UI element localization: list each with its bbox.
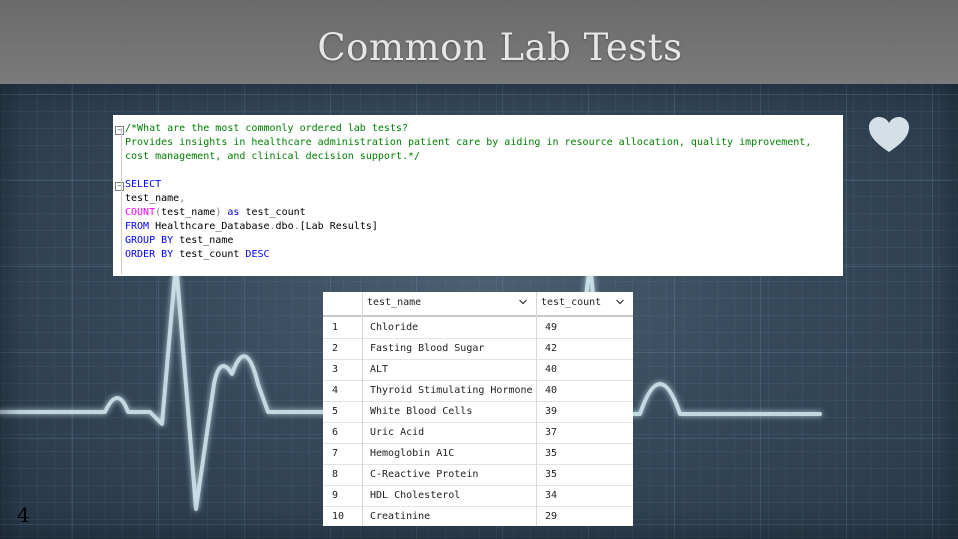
code-token: /*What are the most commonly ordered lab…: [125, 123, 408, 134]
code-token: GROUP BY: [125, 235, 180, 246]
cell-test-name: Uric Acid: [370, 427, 425, 438]
code-token: DESC: [245, 249, 270, 260]
cell-test-count: 37: [545, 427, 558, 438]
cell-test-count: 39: [545, 406, 558, 417]
column-header-test-count[interactable]: test_count: [541, 292, 601, 315]
cell-test-count: 40: [545, 364, 558, 375]
chevron-down-icon[interactable]: [616, 298, 624, 306]
cell-test-count: 35: [545, 448, 558, 459]
code-line: SELECT: [125, 178, 811, 192]
collapse-minus-icon[interactable]: −: [115, 182, 124, 191]
table-row[interactable]: 4 Thyroid Stimulating Hormone 40: [323, 380, 633, 402]
table-row[interactable]: 2 Fasting Blood Sugar 42: [323, 338, 633, 360]
cell-test-count: 40: [545, 385, 558, 396]
table-row[interactable]: 6 Uric Acid 37: [323, 422, 633, 444]
row-number: 1: [332, 322, 339, 333]
row-number: 3: [332, 364, 339, 375]
cell-test-name: ALT: [370, 364, 389, 375]
code-line: test_name,: [125, 192, 811, 206]
code-token: ,: [179, 193, 186, 204]
column-divider: [362, 292, 363, 526]
code-token: test_count: [245, 207, 306, 218]
code-token: test_name: [161, 207, 216, 218]
code-line: COUNT(test_name) as test_count: [125, 206, 811, 220]
table-row[interactable]: 7 Hemoglobin A1C 35: [323, 443, 633, 465]
collapse-minus-icon[interactable]: −: [115, 126, 124, 135]
code-token: test_name: [179, 235, 234, 246]
table-row[interactable]: 5 White Blood Cells 39: [323, 401, 633, 423]
code-line: /*What are the most commonly ordered lab…: [125, 122, 811, 136]
row-number: 5: [332, 406, 339, 417]
cell-test-name: Creatinine: [370, 511, 431, 522]
code-token: [Lab Results]: [299, 221, 378, 232]
code-token: COUNT: [125, 207, 156, 218]
results-grid[interactable]: test_name test_count 1 Chloride 49 2 Fasting…: [323, 292, 633, 526]
code-token: SELECT: [125, 179, 162, 190]
table-row[interactable]: 10 Creatinine 29: [323, 506, 633, 526]
row-number: 2: [332, 343, 339, 354]
cell-test-count: 35: [545, 469, 558, 480]
cell-test-name: White Blood Cells: [370, 406, 473, 417]
row-number: 4: [332, 385, 339, 396]
cell-test-name: Thyroid Stimulating Hormone: [370, 385, 533, 396]
slide-title: Common Lab Tests: [317, 26, 683, 69]
row-number: 6: [332, 427, 339, 438]
row-number: 10: [332, 511, 345, 522]
code-token: ORDER BY: [125, 249, 180, 260]
code-line: ORDER BY test_count DESC: [125, 248, 811, 262]
code-token: as: [221, 207, 246, 218]
row-number: 9: [332, 490, 339, 501]
column-header-test-name[interactable]: test_name: [367, 292, 421, 315]
slide-number: 4: [17, 503, 30, 527]
results-header-row: test_name test_count: [323, 292, 633, 317]
code-token: FROM: [125, 221, 156, 232]
code-token: Healthcare_Database: [155, 221, 270, 232]
code-line: GROUP BY test_name: [125, 234, 811, 248]
sql-code[interactable]: /*What are the most commonly ordered lab…: [125, 122, 811, 262]
cell-test-name: Chloride: [370, 322, 419, 333]
table-row[interactable]: 9 HDL Cholesterol 34: [323, 485, 633, 507]
heart-icon: [869, 117, 909, 152]
cell-test-name: HDL Cholesterol: [370, 490, 461, 501]
cell-test-count: 49: [545, 322, 558, 333]
table-row[interactable]: 3 ALT 40: [323, 359, 633, 381]
code-token: test_count: [179, 249, 246, 260]
editor-outline-line: [121, 128, 122, 274]
code-token: test_name: [125, 193, 180, 204]
code-line: cost management, and clinical decision s…: [125, 150, 811, 164]
cell-test-name: Fasting Blood Sugar: [370, 343, 485, 354]
code-token: Provides insights in healthcare administ…: [125, 137, 812, 148]
cell-test-count: 34: [545, 490, 558, 501]
cell-test-name: C-Reactive Protein: [370, 469, 479, 480]
row-number: 8: [332, 469, 339, 480]
cell-test-count: 42: [545, 343, 558, 354]
code-token: dbo: [275, 221, 294, 232]
cell-test-name: Hemoglobin A1C: [370, 448, 455, 459]
row-number: 7: [332, 448, 339, 459]
chevron-down-icon[interactable]: [519, 298, 527, 306]
code-token: cost management, and clinical decision s…: [125, 151, 421, 162]
code-line: FROM Healthcare_Database.dbo.[Lab Result…: [125, 220, 811, 234]
column-divider: [536, 292, 537, 526]
code-line: Provides insights in healthcare administ…: [125, 136, 811, 150]
table-row[interactable]: 8 C-Reactive Protein 35: [323, 464, 633, 486]
table-row[interactable]: 1 Chloride 49: [323, 317, 633, 339]
cell-test-count: 29: [545, 511, 558, 522]
